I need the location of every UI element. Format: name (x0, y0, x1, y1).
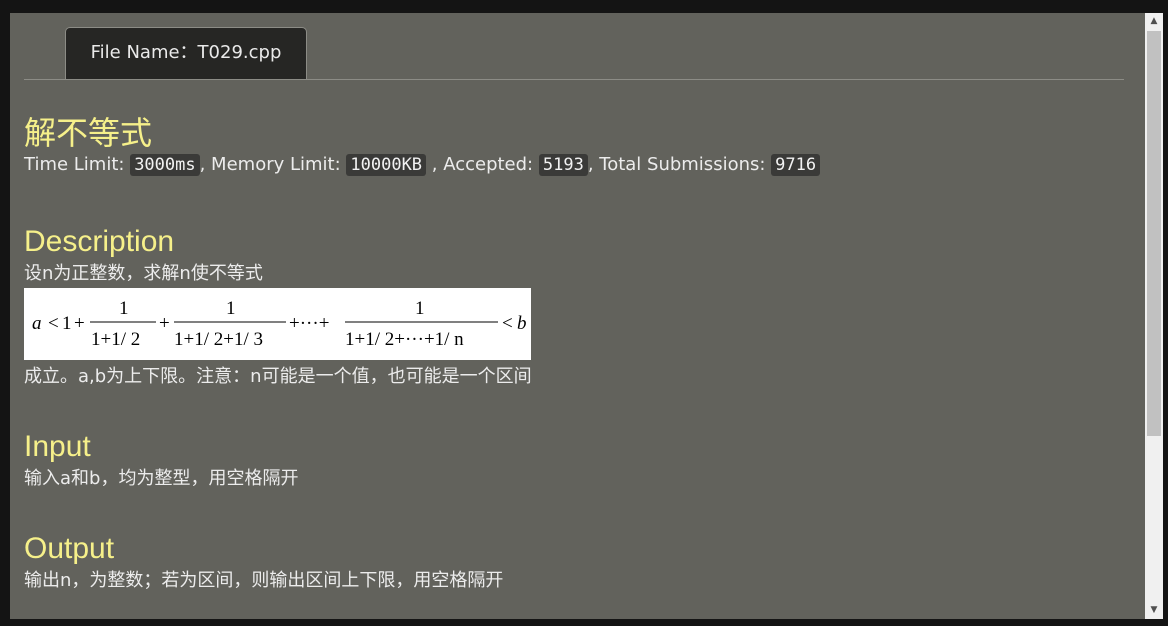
tab-file-name[interactable]: File Name：T029.cpp (65, 27, 307, 79)
formula-plus-2: + (159, 313, 170, 334)
formula-lt: < (48, 313, 59, 334)
accepted-value: 5193 (538, 154, 588, 176)
problem-window: File Name：T029.cpp 解不等式 Time Limit: 3000… (10, 13, 1145, 619)
accepted-label: , Accepted: (426, 154, 539, 175)
input-heading: Input (24, 430, 91, 463)
formula-one: 1 (62, 313, 72, 334)
tab-bar: File Name：T029.cpp (24, 27, 1124, 80)
formula-b: b (517, 313, 527, 334)
output-text: 输出n，为整数；若为区间，则输出区间上下限，用空格隔开 (24, 570, 504, 591)
window-edge (1163, 0, 1168, 626)
formula-den-2: 1+1/ 2+1/ 3 (174, 329, 263, 350)
problem-content: 解不等式 Time Limit: 3000ms, Memory Limit: 1… (24, 113, 1124, 594)
time-limit-value: 3000ms (130, 154, 200, 176)
input-text: 输入a和b，均为整型，用空格隔开 (24, 468, 299, 489)
time-limit-label: Time Limit: (24, 154, 131, 175)
formula-ellipsis: +···+ (289, 313, 329, 334)
formula-plus-1: + (74, 313, 85, 334)
memory-limit-value: 10000KB (346, 154, 427, 176)
output-heading: Output (24, 532, 115, 565)
formula-num-2: 1 (226, 298, 236, 319)
problem-limits: Time Limit: 3000ms, Memory Limit: 10000K… (24, 151, 1124, 179)
total-submissions-label: , Total Submissions: (587, 154, 772, 175)
formula-a: a (32, 313, 42, 334)
scroll-down-arrow-icon[interactable]: ▼ (1145, 602, 1163, 619)
description-line-1: 设n为正整数，求解n使不等式 (24, 263, 263, 284)
formula-den-3: 1+1/ 2+···+1/ n (345, 329, 464, 350)
problem-title: 解不等式 (24, 114, 153, 152)
total-submissions-value: 9716 (771, 154, 821, 176)
formula-den-1: 1+1/ 2 (91, 329, 140, 350)
description-heading: Description (24, 225, 175, 258)
description-line-2: 成立。a,b为上下限。注意：n可能是一个值，也可能是一个区间 (24, 366, 532, 387)
memory-limit-label: , Memory Limit: (199, 154, 347, 175)
scroll-thumb[interactable] (1147, 31, 1161, 436)
vertical-scrollbar[interactable]: ▲ ▼ (1145, 13, 1163, 619)
formula-num-3: 1 (415, 298, 425, 319)
inequality-formula-image: a < 1 + 1 1+1/ 2 + 1 1+1/ 2+1/ 3 +···+ 1… (24, 288, 531, 360)
scroll-up-arrow-icon[interactable]: ▲ (1145, 13, 1163, 30)
formula-lt-2: < (502, 313, 513, 334)
formula-num-1: 1 (119, 298, 129, 319)
